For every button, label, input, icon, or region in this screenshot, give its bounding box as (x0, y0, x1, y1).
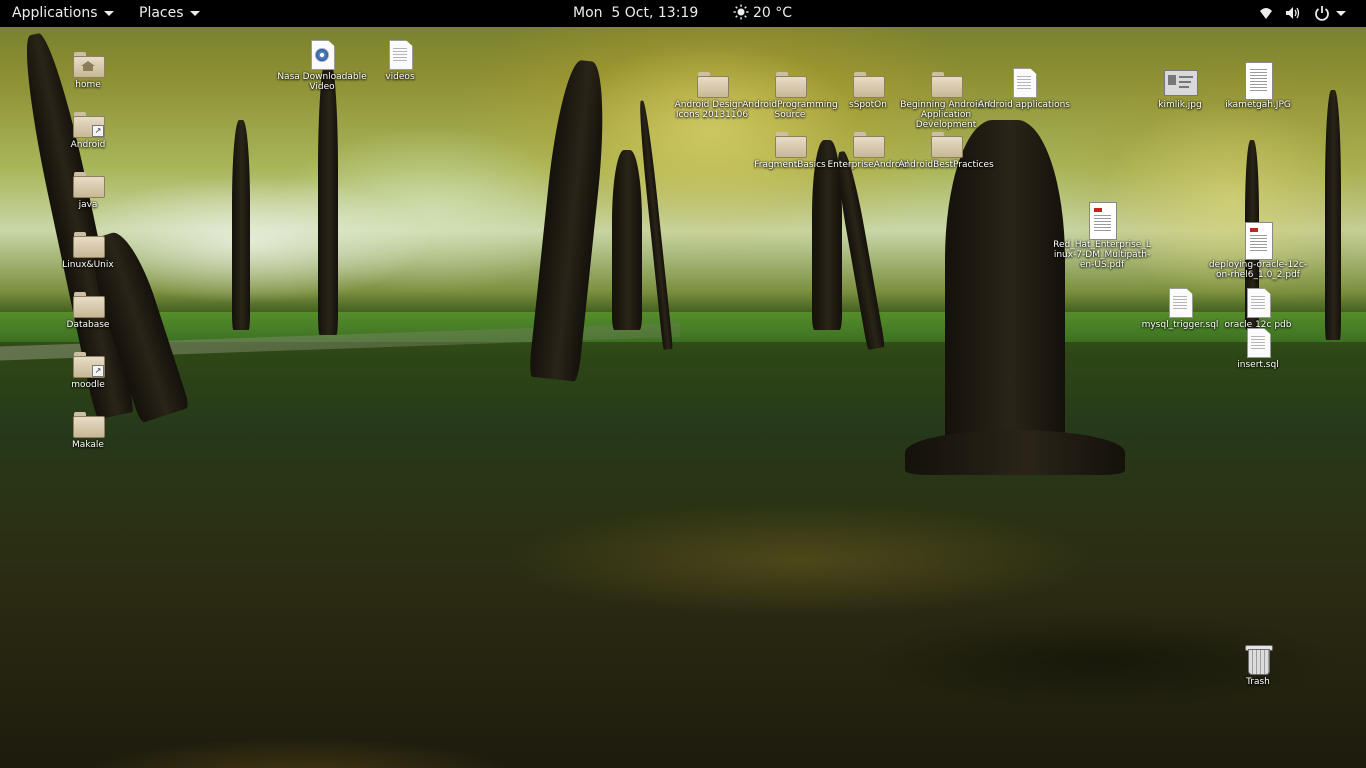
desktop-icon-android-best-practices[interactable]: AndroidBestPractices (896, 128, 996, 170)
desktop-icon-ikametgah[interactable]: ikametgah.JPG (1208, 62, 1308, 110)
folder-icon (774, 128, 807, 158)
text-file-icon (1242, 288, 1274, 318)
wifi-icon[interactable] (1258, 5, 1274, 21)
power-icon[interactable] (1314, 5, 1330, 21)
folder-link-icon: ↗ (72, 348, 105, 378)
desktop-icon-label: ikametgah.JPG (1225, 100, 1291, 110)
folder-icon (930, 68, 963, 98)
text-file-icon (384, 40, 416, 70)
desktop-icon-trash[interactable]: Trash (1208, 645, 1308, 687)
video-file-icon (306, 40, 338, 70)
desktop-icon-videos[interactable]: videos (350, 40, 450, 82)
desktop-icon-android-applications[interactable]: Android applications (974, 68, 1074, 110)
folder-icon (852, 128, 885, 158)
desktop-icon-label: AndroidBestPractices (898, 160, 994, 170)
places-menu-label: Places (139, 5, 184, 21)
desktop-icon-label: Makale (72, 440, 104, 450)
weather-label: 20 °C (753, 5, 793, 21)
sun-icon (733, 4, 749, 20)
trash-icon (1242, 645, 1274, 675)
text-file-icon (1008, 68, 1040, 98)
desktop-icon-label: videos (385, 72, 415, 82)
places-menu[interactable]: Places (139, 0, 200, 27)
desktop-icon-label: Database (66, 320, 110, 330)
folder-icon (930, 128, 963, 158)
folder-icon (72, 408, 105, 438)
desktop-icon-moodle[interactable]: ↗ moodle (38, 348, 138, 390)
folder-icon (72, 288, 105, 318)
folder-link-icon: ↗ (72, 108, 105, 138)
desktop-icon-label: insert.sql (1237, 360, 1279, 370)
desktop-icon-label: java (78, 200, 98, 210)
desktop-icon-insert-sql[interactable]: insert.sql (1208, 328, 1308, 370)
desktop-icon-makale[interactable]: Makale (38, 408, 138, 450)
desktop-icon-label: Linux&Unix (62, 260, 114, 270)
folder-icon (72, 168, 105, 198)
desktop-icon-linux-unix[interactable]: Linux&Unix (38, 228, 138, 270)
weather-indicator[interactable]: 20 °C (733, 0, 792, 27)
desktop-icon-java[interactable]: java (38, 168, 138, 210)
top-bar: Applications Places Mon 5 Oct, 13:19 20 … (0, 0, 1366, 27)
desktop-icon-deploying-oracle-pdf[interactable]: deploying-oracle-12c-on-rhel6_1.0_2.pdf (1208, 222, 1308, 280)
desktop-icon-red-hat-pdf[interactable]: Red_Hat_Enterprise_Linux-7-DM_Multipath-… (1052, 202, 1152, 270)
desktop-icon-label: deploying-oracle-12c-on-rhel6_1.0_2.pdf (1208, 260, 1308, 280)
desktop-icon-oracle-pdb[interactable]: oracle 12c pdb (1208, 288, 1308, 330)
desktop-icon-label: home (75, 80, 101, 90)
desktop-icon-database[interactable]: Database (38, 288, 138, 330)
applications-menu-label: Applications (12, 5, 98, 21)
image-file-icon (1164, 68, 1198, 98)
desktop-icon-label: moodle (71, 380, 105, 390)
text-file-icon (1242, 328, 1274, 358)
pdf-file-icon (1242, 222, 1274, 260)
folder-icon (774, 68, 807, 98)
desktop-icon-label: Android applications (978, 100, 1070, 110)
applications-menu[interactable]: Applications (12, 0, 114, 27)
clock-label: Mon 5 Oct, 13:19 (573, 5, 699, 21)
folder-icon (852, 68, 885, 98)
folder-icon (72, 228, 105, 258)
image-file-icon (1242, 62, 1274, 100)
desktop-icon-android[interactable]: ↗ Android (38, 108, 138, 150)
desktop-icon-label: Red_Hat_Enterprise_Linux-7-DM_Multipath-… (1053, 240, 1151, 270)
chevron-down-icon (103, 10, 114, 16)
desktop-icon-home[interactable]: home (38, 48, 138, 90)
text-file-icon (1164, 288, 1196, 318)
home-folder-icon (72, 48, 105, 78)
chevron-down-icon (189, 10, 200, 16)
volume-icon[interactable] (1285, 5, 1301, 21)
clock[interactable]: Mon 5 Oct, 13:19 (573, 0, 698, 27)
folder-icon (696, 68, 729, 98)
chevron-down-icon[interactable] (1336, 11, 1346, 16)
desktop-icon-label: Trash (1246, 677, 1270, 687)
desktop-icon-label: Android (70, 140, 106, 150)
pdf-file-icon (1086, 202, 1118, 240)
